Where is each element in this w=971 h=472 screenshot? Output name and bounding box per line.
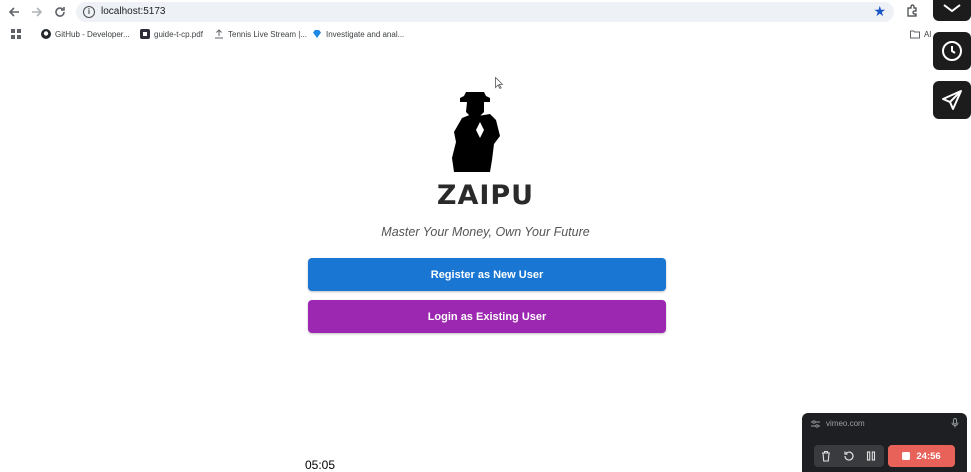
github-icon <box>41 29 51 39</box>
address-bar[interactable]: i localhost:5173 ★ <box>76 2 894 22</box>
send-icon <box>942 90 962 110</box>
bookmark-tennis[interactable]: Tennis Live Stream |... <box>214 29 307 39</box>
reload-icon[interactable] <box>51 3 69 21</box>
back-icon[interactable] <box>5 3 23 21</box>
apps-icon[interactable] <box>11 29 22 40</box>
tune-icon[interactable] <box>811 420 820 428</box>
recorder-controls <box>814 445 884 467</box>
extensions-icon[interactable] <box>905 4 919 18</box>
upload-icon <box>215 29 223 39</box>
stop-icon <box>902 452 911 460</box>
folder-icon <box>910 30 920 39</box>
clock-icon <box>942 41 962 61</box>
mouse-cursor-icon <box>495 77 503 89</box>
bookmark-all[interactable]: Al <box>910 29 931 39</box>
history-panel-button[interactable] <box>933 32 971 70</box>
bookmark-label: Investigate and anal... <box>326 29 405 39</box>
bookmarks-bar: GitHub - Developer... guide-t-cp.pdf Ten… <box>0 26 971 46</box>
restart-icon[interactable] <box>842 449 856 463</box>
bookmark-investigate[interactable]: Investigate and anal... <box>312 29 404 39</box>
microphone-icon[interactable] <box>951 418 959 428</box>
bookmark-guide-pdf[interactable]: guide-t-cp.pdf <box>140 29 203 39</box>
brand-title: ZAIPU <box>436 180 535 211</box>
trash-icon[interactable] <box>819 449 833 463</box>
bookmark-label: guide-t-cp.pdf <box>154 29 203 39</box>
bookmark-label: Al <box>924 29 932 39</box>
url-text[interactable]: localhost:5173 <box>101 6 166 17</box>
bookmark-label: GitHub - Developer... <box>55 29 130 39</box>
login-button[interactable]: Login as Existing User <box>308 300 666 333</box>
bookmark-github[interactable]: GitHub - Developer... <box>41 29 130 39</box>
video-timestamp: 05:05 <box>305 458 336 472</box>
recording-timer: 24:56 <box>916 450 941 462</box>
screen-recorder-widget: vimeo.com 24:56 <box>802 413 967 472</box>
tagline: Master Your Money, Own Your Future <box>381 225 590 239</box>
zaipu-logo-icon <box>452 92 500 172</box>
register-button[interactable]: Register as New User <box>308 258 666 291</box>
forward-icon[interactable] <box>28 3 46 21</box>
check-panel-button[interactable] <box>933 0 971 21</box>
pdf-icon <box>140 29 150 39</box>
bookmark-label: Tennis Live Stream |... <box>228 29 307 39</box>
gem-icon <box>313 30 321 38</box>
browser-chrome: i localhost:5173 ★ GitHub - Developer...… <box>0 0 971 48</box>
stop-recording-button[interactable]: 24:56 <box>888 445 955 467</box>
pause-icon[interactable] <box>864 449 878 463</box>
recorder-domain: vimeo.com <box>826 419 865 428</box>
send-panel-button[interactable] <box>933 81 971 119</box>
check-icon <box>943 4 961 13</box>
bookmark-star-icon[interactable]: ★ <box>873 3 886 20</box>
site-info-icon[interactable]: i <box>83 6 95 18</box>
